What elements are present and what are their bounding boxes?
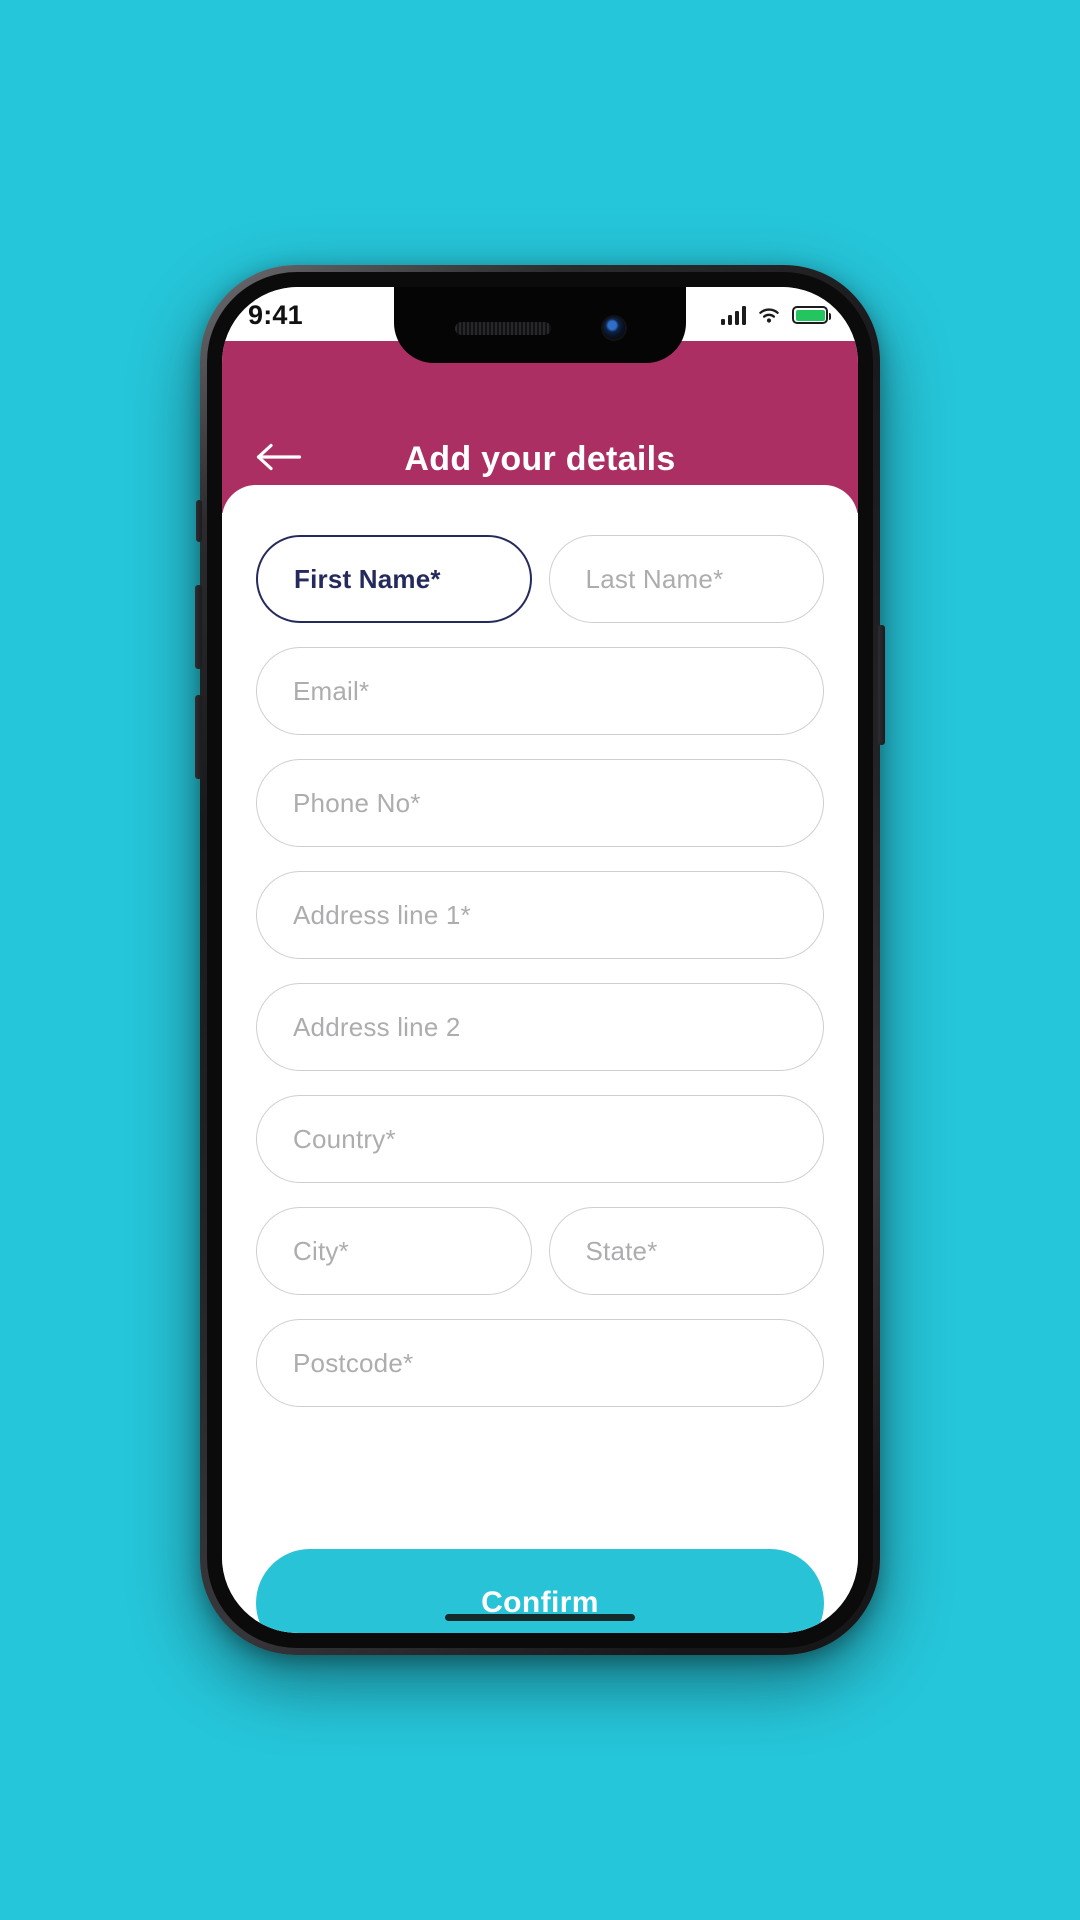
power-button[interactable] — [878, 625, 885, 745]
details-form: First Name* Last Name* Email* Phone No* Addr… — [222, 485, 858, 1633]
form-row: First Name* Last Name* — [256, 535, 824, 623]
form-row: Address line 2 — [256, 983, 824, 1071]
email-placeholder: Email* — [293, 675, 370, 706]
home-indicator[interactable] — [445, 1614, 635, 1621]
form-row: Phone No* — [256, 759, 824, 847]
phone-placeholder: Phone No* — [293, 787, 421, 818]
status-bar-indicators — [720, 305, 831, 325]
form-field-list: First Name* Last Name* Email* Phone No* Addr… — [256, 535, 824, 1431]
arrow-left-icon — [256, 443, 302, 471]
cellular-signal-icon — [720, 305, 746, 325]
country-input[interactable]: Country* — [256, 1095, 824, 1183]
back-button[interactable] — [256, 435, 312, 479]
page-title: Add your details — [404, 440, 676, 478]
postcode-placeholder: Postcode* — [293, 1347, 414, 1378]
phone-screen: 9:41 Add your details First Name* Last N… — [222, 287, 858, 1633]
state-placeholder: State* — [585, 1235, 658, 1266]
address-line-2-input[interactable]: Address line 2 — [256, 983, 824, 1071]
form-row: Postcode* — [256, 1319, 824, 1407]
country-placeholder: Country* — [293, 1123, 396, 1154]
form-spacer — [256, 1431, 824, 1549]
postcode-input[interactable]: Postcode* — [256, 1319, 824, 1407]
battery-full-icon — [792, 306, 831, 324]
phone-device: 9:41 Add your details First Name* Last N… — [195, 265, 885, 1655]
mute-switch[interactable] — [196, 500, 202, 542]
form-row: Address line 1* — [256, 871, 824, 959]
form-row: City* State* — [256, 1207, 824, 1295]
device-notch — [394, 287, 686, 363]
phone-input[interactable]: Phone No* — [256, 759, 824, 847]
address-line-2-placeholder: Address line 2 — [293, 1011, 461, 1042]
address-line-1-input[interactable]: Address line 1* — [256, 871, 824, 959]
address-line-1-placeholder: Address line 1* — [293, 899, 471, 930]
form-row: Email* — [256, 647, 824, 735]
last-name-placeholder: Last Name* — [585, 563, 724, 594]
front-camera-icon — [603, 317, 625, 339]
earpiece-speaker-icon — [455, 321, 551, 335]
city-placeholder: City* — [293, 1235, 349, 1266]
volume-up-button[interactable] — [195, 585, 202, 669]
state-input[interactable]: State* — [548, 1207, 824, 1295]
status-bar-time: 9:41 — [248, 299, 303, 330]
volume-down-button[interactable] — [195, 695, 202, 779]
first-name-input[interactable]: First Name* — [256, 535, 532, 623]
city-input[interactable]: City* — [256, 1207, 532, 1295]
first-name-placeholder: First Name* — [294, 563, 441, 594]
form-row: Country* — [256, 1095, 824, 1183]
email-input[interactable]: Email* — [256, 647, 824, 735]
wifi-icon — [759, 307, 779, 323]
last-name-input[interactable]: Last Name* — [548, 535, 824, 623]
